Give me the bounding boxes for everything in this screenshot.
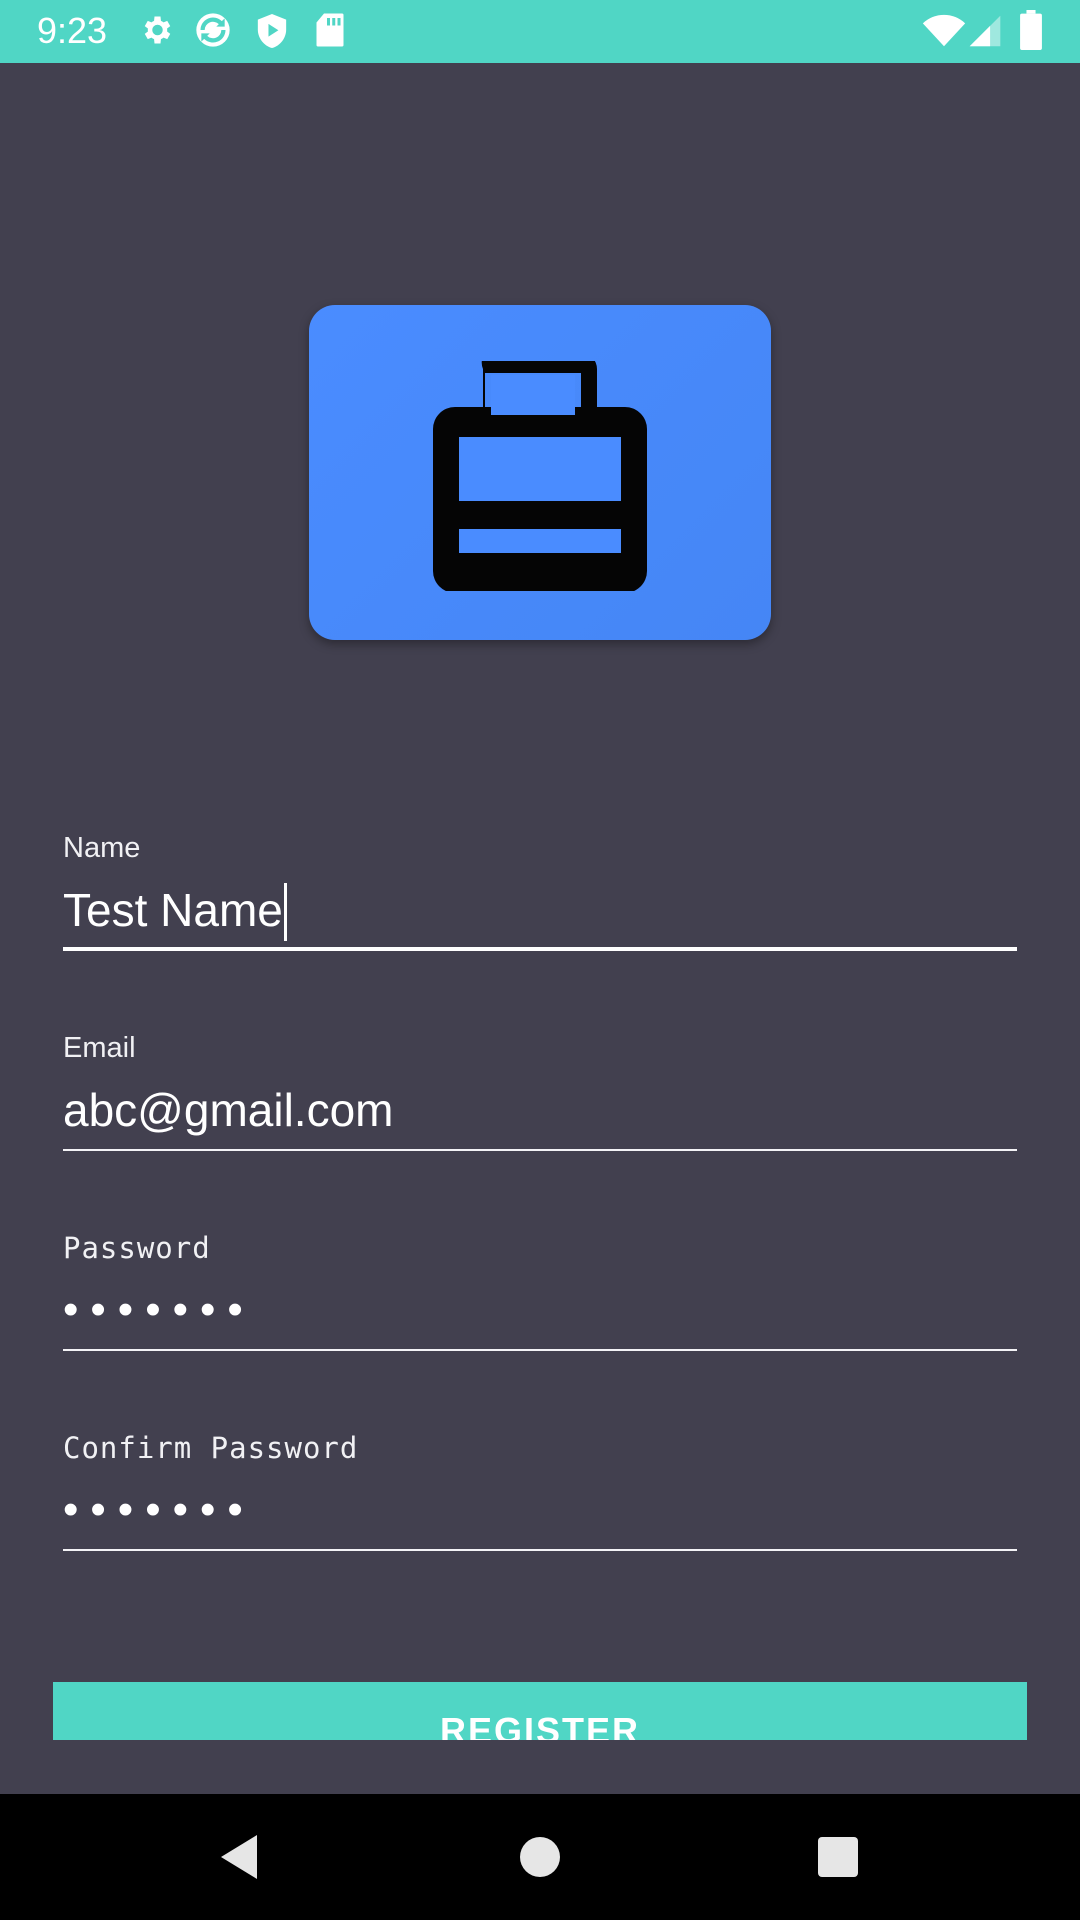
app-logo <box>309 305 771 640</box>
name-underline <box>63 947 1017 951</box>
password-field[interactable]: Password ••••••• <box>63 1231 1017 1351</box>
shield-play-icon <box>255 12 289 50</box>
password-input[interactable]: ••••••• <box>63 1283 1017 1337</box>
gear-icon <box>138 12 174 48</box>
signal-icon <box>968 14 1002 48</box>
confirm-password-underline <box>63 1549 1017 1551</box>
password-underline <box>63 1349 1017 1351</box>
name-label: Name <box>63 832 141 864</box>
home-icon[interactable] <box>480 1794 600 1920</box>
confirm-password-label: Confirm Password <box>63 1431 359 1465</box>
sync-icon <box>193 10 233 50</box>
email-field[interactable]: Email abc@gmail.com <box>63 1031 1017 1151</box>
navigation-bar <box>0 1794 1080 1920</box>
recents-icon[interactable] <box>778 1794 898 1920</box>
name-input[interactable]: Test Name <box>63 882 1017 941</box>
email-label: Email <box>63 1032 136 1064</box>
confirm-password-field[interactable]: Confirm Password ••••••• <box>63 1431 1017 1551</box>
name-value: Test Name <box>63 884 283 936</box>
register-button-clip: REGISTER <box>53 1682 1027 1740</box>
name-field[interactable]: Name Test Name <box>63 831 1017 951</box>
status-bar: 9:23 <box>0 0 1080 63</box>
register-button[interactable]: REGISTER <box>53 1682 1027 1740</box>
text-cursor <box>283 882 287 941</box>
briefcase-icon <box>433 361 647 591</box>
wifi-icon <box>922 14 966 48</box>
email-underline <box>63 1149 1017 1151</box>
back-icon[interactable] <box>179 1794 299 1920</box>
email-input[interactable]: abc@gmail.com <box>63 1083 1017 1137</box>
password-label: Password <box>63 1231 211 1265</box>
status-time: 9:23 <box>37 10 108 51</box>
sd-card-icon <box>314 12 346 48</box>
battery-icon <box>1020 10 1042 50</box>
confirm-password-input[interactable]: ••••••• <box>63 1483 1017 1537</box>
